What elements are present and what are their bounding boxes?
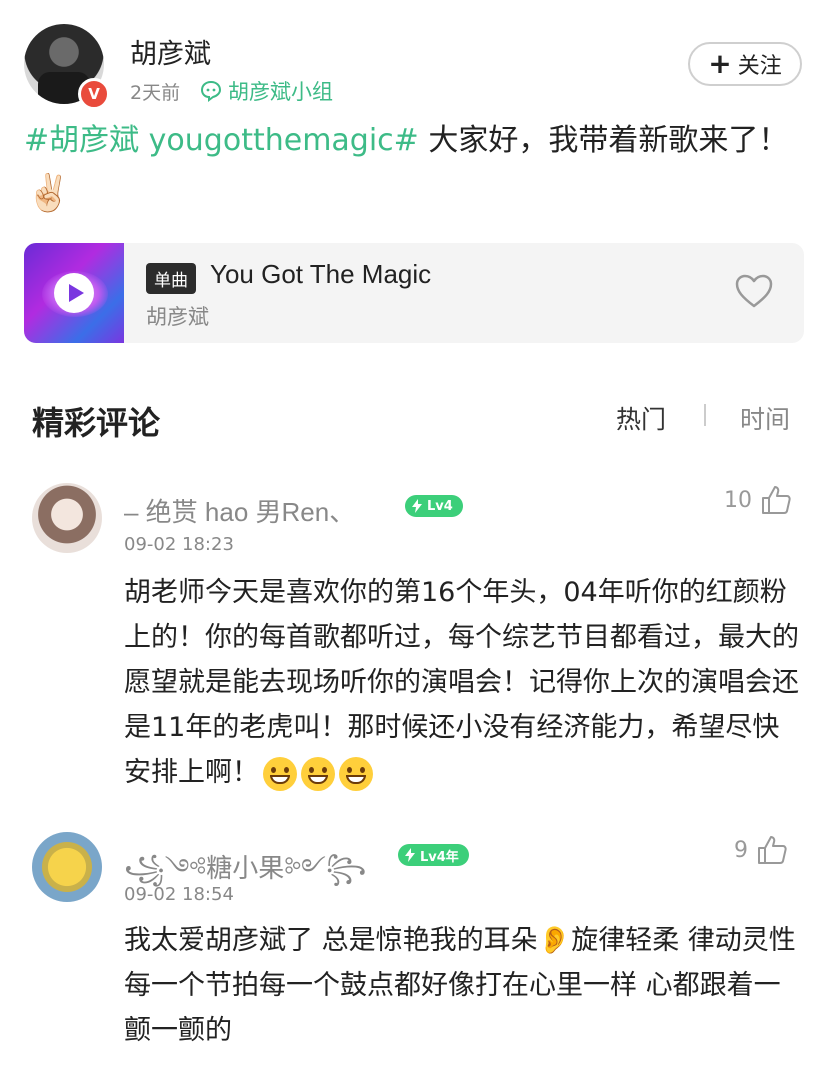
level-label: Lv4年 bbox=[420, 849, 459, 865]
lightning-icon bbox=[412, 499, 422, 513]
post-message: 大家好，我带着新歌来了！ bbox=[418, 123, 789, 158]
song-artist: 胡彦斌 bbox=[146, 305, 209, 329]
thumbs-up-icon bbox=[762, 486, 791, 514]
comment-text-content: 胡老师今天是喜欢你的第16个年头，04年听你的红颜粉上的！你的每首歌都听过，每个… bbox=[124, 577, 799, 788]
grin-emoji bbox=[301, 756, 335, 791]
grin-emoji bbox=[339, 756, 373, 791]
lightning-icon bbox=[405, 848, 415, 862]
group-link-label: 胡彦斌小组 bbox=[228, 80, 333, 104]
heart-icon[interactable] bbox=[734, 273, 774, 309]
sort-hot-tab[interactable]: 热门 bbox=[616, 400, 666, 436]
comment-time: 09-02 18:54 bbox=[124, 884, 234, 905]
thumbs-up-icon bbox=[758, 836, 787, 864]
play-icon bbox=[69, 284, 84, 302]
comment-username[interactable]: – 绝贳 hao 男Ren、 bbox=[124, 492, 355, 529]
follow-label: 关注 bbox=[737, 54, 782, 79]
comment-text: 我太爱胡彦斌了 总是惊艳我的耳朵👂旋律轻柔 律动灵性 每一个节拍每一个鼓点都好像… bbox=[124, 925, 796, 1046]
hashtag-link[interactable]: #胡彦斌 yougotthemagic# bbox=[24, 123, 419, 158]
follow-button[interactable]: + 关注 bbox=[688, 42, 802, 86]
sort-divider bbox=[704, 404, 706, 426]
comment-time: 09-02 18:23 bbox=[124, 534, 234, 555]
group-link[interactable]: 胡彦斌小组 bbox=[200, 76, 333, 106]
plus-icon: + bbox=[708, 47, 732, 80]
comment-like-button[interactable]: 9 bbox=[734, 834, 788, 866]
verified-badge: V bbox=[78, 78, 110, 110]
single-tag: 单曲 bbox=[146, 263, 196, 294]
comment-avatar[interactable] bbox=[32, 832, 102, 902]
level-badge: Lv4 bbox=[405, 495, 463, 517]
like-count: 10 bbox=[724, 487, 752, 513]
group-icon bbox=[200, 80, 222, 102]
album-cover bbox=[24, 243, 124, 343]
music-card[interactable]: 单曲 You Got The Magic 胡彦斌 bbox=[24, 243, 804, 343]
comments-title: 精彩评论 bbox=[32, 404, 161, 442]
sort-time-tab[interactable]: 时间 bbox=[740, 400, 790, 436]
comment-like-button[interactable]: 10 bbox=[724, 484, 792, 516]
comment-text: 胡老师今天是喜欢你的第16个年头，04年听你的红颜粉上的！你的每首歌都听过，每个… bbox=[124, 570, 800, 795]
play-button[interactable] bbox=[54, 273, 94, 313]
author-name[interactable]: 胡彦斌 bbox=[130, 32, 211, 71]
song-title: You Got The Magic bbox=[210, 259, 432, 289]
level-label: Lv4 bbox=[427, 498, 453, 514]
level-badge: Lv4年 bbox=[398, 844, 469, 866]
grin-emoji bbox=[263, 756, 297, 791]
victory-emoji: ✌🏻 bbox=[26, 173, 71, 214]
comment-avatar[interactable] bbox=[32, 483, 102, 553]
post-text: #胡彦斌 yougotthemagic# 大家好，我带着新歌来了！ bbox=[24, 120, 804, 162]
like-count: 9 bbox=[734, 837, 748, 863]
post-time: 2天前 bbox=[130, 82, 181, 104]
